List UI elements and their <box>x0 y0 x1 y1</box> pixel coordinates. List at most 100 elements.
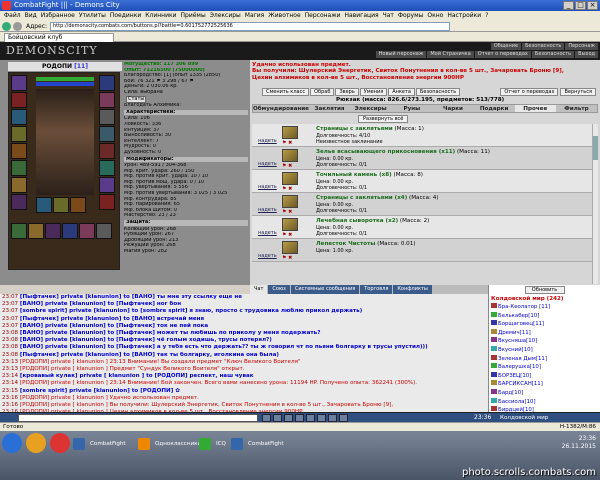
menu-item[interactable]: Поединки <box>110 12 141 19</box>
item-title[interactable]: Лепесток Чистоты (Масса: 0.01) <box>316 241 416 247</box>
item-name[interactable]: Лечебная сыворотка (x2) <box>316 218 398 224</box>
menu-item[interactable]: Животное <box>268 12 300 19</box>
maximize-button[interactable]: □ <box>575 1 586 10</box>
wear-link[interactable]: надеть <box>258 207 277 213</box>
filter-icon[interactable] <box>273 414 282 422</box>
item-title[interactable]: Лечебная сыворотка (x2) (Масса: 2) <box>316 218 429 224</box>
game-nav-item[interactable]: Персонаж <box>565 43 598 50</box>
help-icon[interactable] <box>339 414 348 422</box>
chat-time[interactable]: 23:16 <box>2 395 18 401</box>
sub-button[interactable]: Сменить класс <box>262 88 310 96</box>
category-tab[interactable]: Руны <box>391 105 432 112</box>
chat-time[interactable]: 23:08 <box>2 337 18 343</box>
translit-icon[interactable] <box>317 414 326 422</box>
browser-icon[interactable] <box>50 433 70 453</box>
inventory-slot[interactable] <box>99 160 115 176</box>
item-actions[interactable]: ⚑ ✖ <box>282 232 292 238</box>
item-scrollbar[interactable] <box>592 124 598 284</box>
tray-clock[interactable]: 23:36 <box>562 435 596 443</box>
menu-item[interactable]: Форумы <box>398 12 423 19</box>
player-entry[interactable]: Вкусний[10] <box>491 345 600 355</box>
game-nav-item[interactable]: Отчет о переводах <box>474 51 531 58</box>
item-image[interactable] <box>282 218 298 231</box>
player-name[interactable]: Бра-Кеолатор [11] <box>498 304 550 310</box>
taskbar-item[interactable]: CombatFight <box>228 435 288 453</box>
sub-button[interactable]: Безопасность <box>415 88 461 96</box>
inventory-slot[interactable] <box>11 126 27 142</box>
inventory-slot[interactable] <box>11 177 27 193</box>
menu-item[interactable]: Избранное <box>41 12 75 19</box>
game-nav-item[interactable]: Мой Страничка <box>427 51 474 58</box>
chat-input[interactable] <box>18 414 258 422</box>
smiley-icon[interactable] <box>262 414 271 422</box>
forward-icon[interactable] <box>13 22 22 31</box>
sub-button[interactable]: Обраб <box>310 88 335 96</box>
inventory-slot[interactable] <box>62 223 78 239</box>
inventory-slot[interactable] <box>99 143 115 159</box>
wear-link[interactable]: надеть <box>258 138 277 144</box>
expand-all-button[interactable]: Развернуть всё <box>358 115 409 123</box>
player-entry[interactable]: Бра-Кеолатор [11] <box>491 303 600 312</box>
menu-item[interactable]: Настройки <box>447 12 481 19</box>
item-title[interactable]: Страницы с заклятьями (x4) (Масса: 4) <box>316 195 438 201</box>
player-entry[interactable]: Зеленая Дым[11] <box>491 354 600 364</box>
chat-time[interactable]: 23:07 <box>2 301 18 307</box>
player-name[interactable]: Вкусний[10] <box>498 347 533 353</box>
sub-button[interactable]: Зверь <box>335 88 359 96</box>
item-name[interactable]: Страницы с заклятьями (x4) <box>316 195 407 201</box>
inventory-slot[interactable] <box>11 194 27 210</box>
inventory-slot[interactable] <box>99 92 115 108</box>
menu-item[interactable]: Приёмы <box>181 12 206 19</box>
inventory-slot[interactable] <box>99 177 115 193</box>
explorer-icon[interactable] <box>26 433 46 453</box>
category-tab[interactable]: Подарки <box>474 105 515 112</box>
inventory-slot[interactable] <box>11 92 27 108</box>
game-nav-item[interactable]: Новый персонаж <box>375 51 427 58</box>
player-entry[interactable]: Бассиола[10] <box>491 397 600 407</box>
inventory-slot[interactable] <box>11 223 27 239</box>
chat-tab[interactable]: Торговля <box>360 285 393 294</box>
taskbar-item[interactable]: CombatFight <box>70 435 130 453</box>
wear-link[interactable]: надеть <box>258 161 277 167</box>
chat-time[interactable]: 23:07 <box>2 323 18 329</box>
game-nav-item[interactable]: Общение <box>490 43 522 50</box>
item-name[interactable]: Точильный камень (x8) <box>316 172 392 178</box>
player-entry[interactable]: Борщаговец[11] <box>491 320 600 329</box>
player-name[interactable]: Зеленая Дым[11] <box>498 356 547 362</box>
menu-item[interactable]: Вид <box>25 12 37 19</box>
chat-tab[interactable]: Чат <box>250 285 268 294</box>
chat-time[interactable]: 23:07 <box>2 308 18 314</box>
item-image[interactable] <box>282 126 298 139</box>
wear-link[interactable]: надеть <box>258 253 277 259</box>
wear-link[interactable]: надеть <box>258 184 277 190</box>
inventory-slot[interactable] <box>11 143 27 159</box>
player-entry[interactable]: Валерушка[10] <box>491 363 600 372</box>
item-name[interactable]: Страницы с заклятьями <box>316 126 393 132</box>
address-input[interactable]: http://demonscity.combats.com/buttons.pl… <box>50 22 450 31</box>
menu-item[interactable]: Файл <box>4 12 21 19</box>
player-name[interactable]: Дремич[11] <box>498 330 531 336</box>
item-title[interactable]: Страницы с заклятьями (Масса: 1) <box>316 126 424 132</box>
sub-button[interactable]: Вернуться <box>560 88 596 96</box>
item-actions[interactable]: ⚑ ✖ <box>282 140 292 146</box>
chat-time[interactable]: 23:07 <box>2 294 18 300</box>
item-actions[interactable]: ⚑ ✖ <box>282 255 292 261</box>
inventory-slot[interactable] <box>53 197 69 213</box>
chat-time[interactable]: 23:08 <box>2 344 18 350</box>
start-orb-icon[interactable] <box>2 433 22 453</box>
refresh-icon[interactable] <box>328 414 337 422</box>
browser-tab[interactable]: Бойцовский клуб <box>4 33 114 42</box>
inventory-slot[interactable] <box>79 223 95 239</box>
wear-link[interactable]: надеть <box>258 230 277 236</box>
category-tab[interactable]: Заклятия <box>309 105 350 112</box>
item-title[interactable]: Точильный камень (x8) (Масса: 8) <box>316 172 423 178</box>
player-name[interactable]: Белькабер[10] <box>498 313 539 319</box>
inventory-slot[interactable] <box>99 75 115 91</box>
menu-item[interactable]: Навигация <box>345 12 379 19</box>
minimize-button[interactable]: _ <box>563 1 574 10</box>
item-image[interactable] <box>282 195 298 208</box>
player-entry[interactable]: БОРЗЕЦ[10] <box>491 371 600 381</box>
player-name[interactable]: БОРЗЕЦ[10] <box>498 373 531 379</box>
menu-item[interactable]: Персонажи <box>305 12 341 19</box>
player-name[interactable]: Вкусняша[10] <box>498 338 537 344</box>
